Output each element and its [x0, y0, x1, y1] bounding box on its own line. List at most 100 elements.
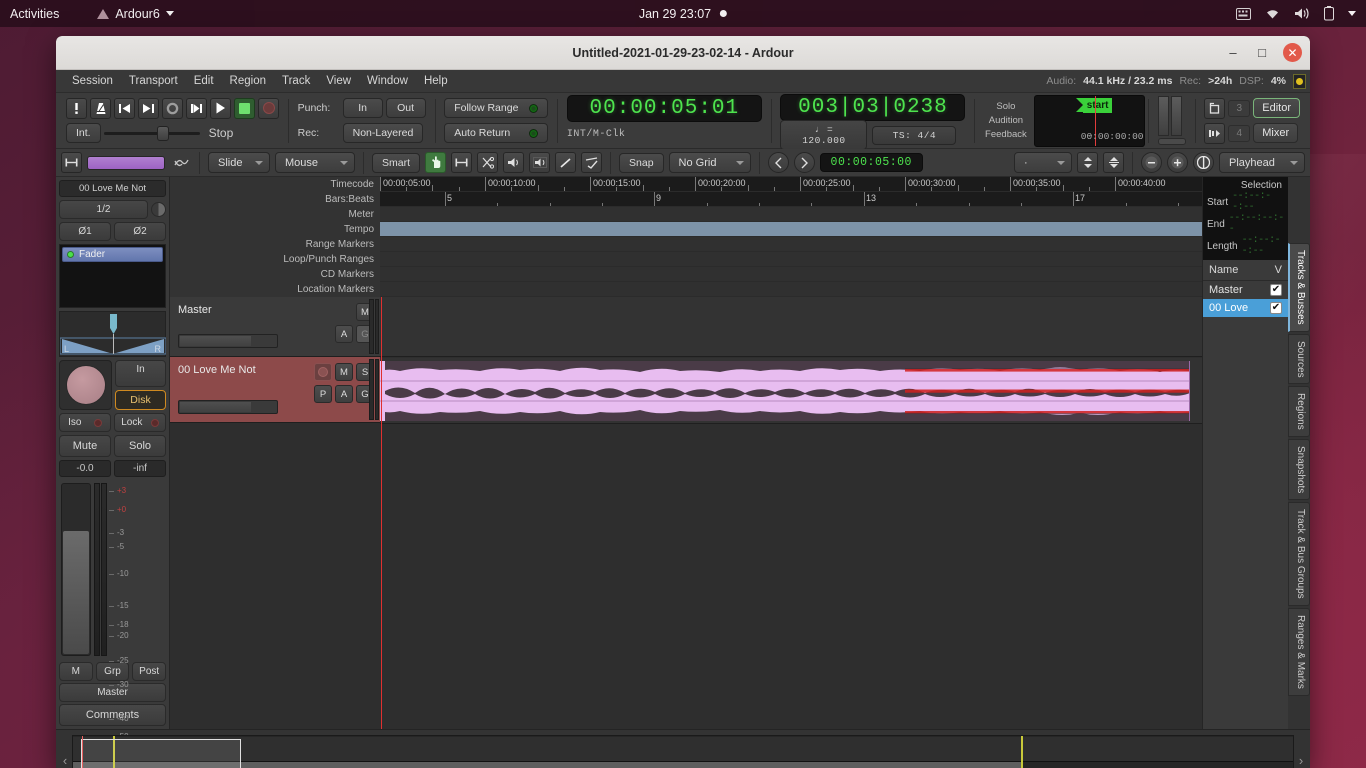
shrink-tracks-icon[interactable]: [1077, 152, 1098, 173]
rec-arm-button[interactable]: [314, 363, 332, 381]
loop-button[interactable]: [162, 97, 183, 119]
strip-mute-button[interactable]: Mute: [59, 435, 111, 457]
tab-regions[interactable]: Regions: [1288, 386, 1310, 438]
gain-display[interactable]: -0.0: [59, 460, 111, 477]
summary-view-rect[interactable]: [81, 738, 241, 768]
ruler-track-tempo[interactable]: [380, 222, 1202, 237]
menu-edit[interactable]: Edit: [187, 72, 221, 90]
monitor-disk-button[interactable]: Disk: [115, 390, 166, 410]
ruler-track-loop-punch[interactable]: [380, 252, 1202, 267]
track-list-row-audio[interactable]: 00 Love ✔: [1203, 299, 1288, 317]
summary-scroll-left[interactable]: ‹: [58, 753, 72, 768]
clock-button[interactable]: Jan 29 23:07: [639, 7, 728, 21]
session-gain-bar[interactable]: [87, 155, 165, 170]
audio-region[interactable]: [380, 361, 1190, 421]
system-tray[interactable]: [1236, 6, 1356, 21]
audio-automation-button[interactable]: A: [335, 385, 353, 403]
play-range-button[interactable]: [186, 97, 207, 119]
edit-point-clock[interactable]: 00:00:05:00: [819, 153, 923, 172]
edit-mode-selector[interactable]: Slide: [208, 152, 270, 173]
tab-tracks-busses[interactable]: Tracks & Busses: [1288, 243, 1310, 332]
selection-start-row[interactable]: Start --:--:--:--: [1207, 191, 1284, 213]
tab-track-bus-groups[interactable]: Track & Bus Groups: [1288, 502, 1310, 606]
grid-selector[interactable]: No Grid: [668, 152, 751, 173]
ruler-track-location-markers[interactable]: [380, 282, 1202, 297]
record-enable-button[interactable]: [59, 360, 112, 410]
tab-snapshots[interactable]: Snapshots: [1288, 439, 1310, 501]
monitor-section-icon[interactable]: [1204, 122, 1226, 144]
punch-clock-icon[interactable]: [1204, 97, 1226, 119]
punch-out-button[interactable]: Out: [385, 98, 426, 118]
rec-mode-button[interactable]: Non-Layered: [342, 123, 424, 143]
meter-type-button[interactable]: M: [59, 662, 93, 681]
menu-track[interactable]: Track: [275, 72, 317, 90]
master-fader-right[interactable]: [1170, 96, 1182, 136]
draw-tool-icon[interactable]: [555, 152, 577, 173]
audio-mute-button[interactable]: M: [335, 363, 353, 381]
start-marker[interactable]: start: [1075, 97, 1113, 113]
panner[interactable]: L R: [59, 311, 166, 357]
processor-fader[interactable]: Fader: [62, 247, 163, 262]
punch-in-button[interactable]: In: [342, 98, 383, 118]
mini-master-faders[interactable]: [1157, 96, 1186, 136]
tempo-button[interactable]: ♩ = 120.000: [780, 120, 868, 150]
ruler-track-meter[interactable]: [380, 207, 1202, 222]
audio-gain-slider[interactable]: [178, 400, 278, 414]
gain-fader[interactable]: [61, 483, 91, 656]
menu-session[interactable]: Session: [65, 72, 120, 90]
track-header-master[interactable]: Master M A G: [170, 297, 380, 357]
chevron-down-icon[interactable]: [1348, 11, 1356, 16]
strip-track-name[interactable]: 00 Love Me Not: [59, 180, 166, 197]
link-icon[interactable]: [170, 152, 191, 173]
audio-playlist-button[interactable]: P: [314, 385, 332, 403]
record-button[interactable]: [258, 97, 279, 119]
smart-mode-button[interactable]: Smart: [372, 152, 421, 173]
shuttle-slider[interactable]: [103, 125, 200, 141]
menu-region[interactable]: Region: [223, 72, 273, 90]
selection-end-row[interactable]: End --:--:--:--: [1207, 213, 1284, 235]
track-canvas[interactable]: [380, 297, 1202, 729]
nudge-back-icon[interactable]: [767, 152, 789, 173]
zoom-range-icon[interactable]: [61, 152, 82, 173]
phase-invert-1-button[interactable]: Ø1: [59, 222, 111, 241]
activities-button[interactable]: Activities: [0, 7, 71, 21]
edit-point-selector[interactable]: Mouse: [275, 152, 355, 173]
feedback-indicator[interactable]: Feedback: [978, 128, 1034, 141]
track-name-master[interactable]: Master: [178, 304, 372, 316]
metronome-button[interactable]: [90, 97, 111, 119]
follow-range-button[interactable]: Follow Range: [444, 98, 549, 118]
xrun-led-icon[interactable]: [1293, 73, 1306, 89]
comments-button[interactable]: Comments: [59, 704, 166, 726]
audition-tool-icon[interactable]: [503, 152, 525, 173]
go-to-start-button[interactable]: [114, 97, 135, 119]
clock-source-button[interactable]: Int.: [66, 123, 101, 143]
summary-canvas[interactable]: [72, 734, 1294, 768]
zoom-in-icon[interactable]: [1167, 152, 1188, 173]
go-to-end-button[interactable]: [138, 97, 159, 119]
tab-sources[interactable]: Sources: [1288, 333, 1310, 385]
ruler-track-bars[interactable]: 5 9 13 17 21: [380, 192, 1202, 207]
menu-view[interactable]: View: [319, 72, 358, 90]
audition-indicator[interactable]: Audition: [982, 114, 1030, 127]
menu-window[interactable]: Window: [360, 72, 415, 90]
processor-active-led-icon[interactable]: [67, 251, 74, 258]
zoom-focus-selector[interactable]: Playhead: [1219, 152, 1305, 173]
master-fader-left[interactable]: [1157, 96, 1169, 136]
nudge-forward-icon[interactable]: [793, 152, 815, 173]
midi-panic-button[interactable]: [66, 97, 87, 119]
zoom-out-icon[interactable]: [1141, 152, 1162, 173]
play-button[interactable]: [210, 97, 231, 119]
app-menu[interactable]: Ardour6: [97, 7, 174, 21]
edit-content-tool-icon[interactable]: [581, 152, 603, 173]
ruler-track-timecode[interactable]: 00:00:05:00 00:00:10:00 00:00:15:00 00:0…: [380, 177, 1202, 192]
track-visible-checkbox-audio[interactable]: ✔: [1270, 302, 1282, 314]
range-tool-icon[interactable]: [451, 152, 473, 173]
io-config-button[interactable]: 1/2: [59, 200, 148, 219]
count-in-beats[interactable]: 4: [1228, 124, 1251, 142]
track-header-audio[interactable]: 00 Love Me Not M S P A G: [170, 357, 380, 423]
mini-timeline[interactable]: start end 00:00:00:00 00:01:0: [1033, 94, 1146, 147]
snap-button[interactable]: Snap: [619, 152, 664, 173]
cut-tool-icon[interactable]: [477, 152, 499, 173]
track-lane-audio[interactable]: [380, 358, 1202, 424]
solo-indicator[interactable]: Solo: [989, 100, 1022, 113]
